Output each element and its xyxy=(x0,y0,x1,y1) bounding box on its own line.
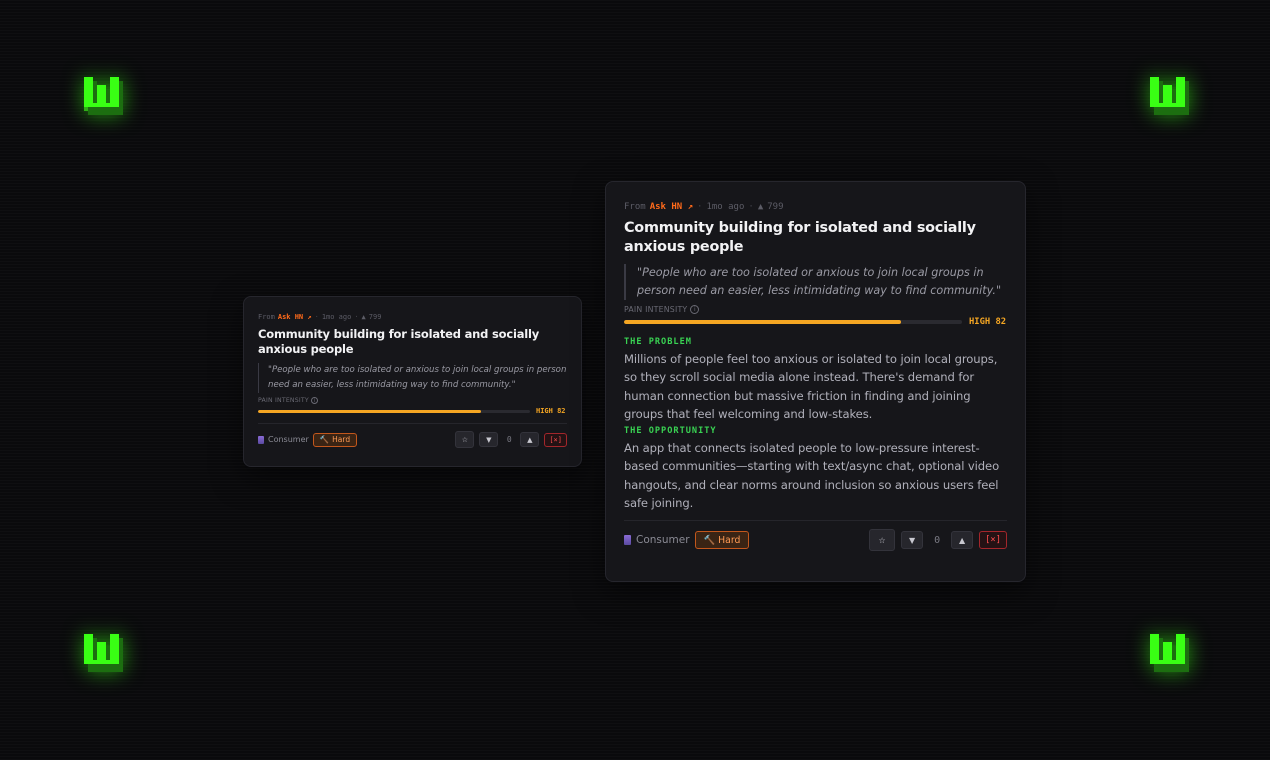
source-prefix: From xyxy=(258,313,275,321)
separator: · xyxy=(697,202,703,212)
logo-w-top-right xyxy=(1148,75,1192,115)
downvote-button[interactable]: ▼ xyxy=(901,531,924,550)
separator: · xyxy=(354,313,359,321)
w-logo-icon xyxy=(84,634,123,672)
pain-intensity-label: PAIN INTENSITY i xyxy=(624,305,1007,314)
hammer-icon: 🔨 xyxy=(703,534,716,546)
card-actions: ☆ ▼ 0 ▲ [×] xyxy=(455,431,567,448)
source-link[interactable]: Ask HN ↗ xyxy=(650,202,693,212)
pain-intensity-text: PAIN INTENSITY xyxy=(624,305,688,314)
separator: · xyxy=(748,202,754,212)
info-icon[interactable]: i xyxy=(310,397,318,404)
difficulty-badge: 🔨 Hard xyxy=(312,432,358,447)
w-logo-icon xyxy=(84,77,123,115)
card-meta: From Ask HN ↗ · 1mo ago · ▲ 799 xyxy=(624,200,1007,214)
difficulty-badge: 🔨 Hard xyxy=(694,531,750,550)
card-footer: Consumer 🔨 Hard ☆ ▼ 0 ▲ [×] xyxy=(624,529,1007,552)
pain-intensity-fill xyxy=(624,320,902,324)
pain-intensity-value: HIGH 82 xyxy=(969,317,1007,327)
pain-intensity-bar xyxy=(258,409,530,413)
star-button[interactable]: ☆ xyxy=(455,431,475,448)
category-label: Consumer xyxy=(636,534,690,547)
problem-heading: THE PROBLEM xyxy=(624,337,692,347)
upvote-button[interactable]: ▲ xyxy=(520,432,540,447)
category-tag: Consumer 🔨 Hard xyxy=(624,531,750,550)
divider xyxy=(258,423,567,424)
card-footer: Consumer 🔨 Hard ☆ ▼ 0 ▲ [×] xyxy=(258,431,567,448)
source-name[interactable]: Ask HN xyxy=(278,313,303,321)
logo-w-top-left xyxy=(82,75,126,115)
pain-intensity-text: PAIN INTENSITY xyxy=(258,397,309,404)
idea-card-expanded[interactable]: From Ask HN ↗ · 1mo ago · ▲ 799 Communit… xyxy=(605,181,1026,582)
external-link-icon: ↗ xyxy=(687,202,694,212)
source-link[interactable]: Ask HN ↗ xyxy=(278,313,312,321)
upvote-count: 799 xyxy=(767,202,784,212)
source-name[interactable]: Ask HN xyxy=(650,202,683,212)
phone-icon xyxy=(624,535,631,546)
vote-count: 0 xyxy=(506,435,512,444)
pain-intensity-bar xyxy=(624,320,962,324)
upvote-count: 799 xyxy=(368,313,382,321)
post-age: 1mo ago xyxy=(706,202,745,212)
idea-card-compact[interactable]: From Ask HN ↗ · 1mo ago · ▲ 799 Communit… xyxy=(243,296,582,467)
difficulty-label: Hard xyxy=(718,534,741,546)
idea-quote: "People who are too isolated or anxious … xyxy=(624,264,1007,300)
card-actions: ☆ ▼ 0 ▲ [×] xyxy=(869,529,1007,552)
post-age: 1mo ago xyxy=(321,313,352,321)
delete-button[interactable]: [×] xyxy=(979,531,1007,550)
upvote-count-icon: ▲ xyxy=(757,202,764,212)
pain-intensity-row: HIGH 82 xyxy=(624,317,1007,327)
opportunity-text: An app that connects isolated people to … xyxy=(624,441,1000,511)
w-logo-icon xyxy=(1150,77,1189,115)
idea-title[interactable]: Community building for isolated and soci… xyxy=(624,219,1007,257)
pain-intensity-label: PAIN INTENSITY i xyxy=(258,397,567,404)
separator: · xyxy=(314,313,319,321)
logo-w-bottom-right xyxy=(1148,632,1192,672)
upvote-button[interactable]: ▲ xyxy=(951,531,974,550)
pain-intensity-fill xyxy=(258,409,482,413)
card-meta: From Ask HN ↗ · 1mo ago · ▲ 799 xyxy=(258,311,567,323)
logo-w-bottom-left xyxy=(82,632,126,672)
info-icon[interactable]: i xyxy=(690,305,700,314)
difficulty-label: Hard xyxy=(332,435,351,444)
phone-icon xyxy=(258,435,264,444)
external-link-icon: ↗ xyxy=(307,313,312,321)
upvote-count-icon: ▲ xyxy=(361,313,366,321)
category-label: Consumer xyxy=(268,435,309,444)
delete-button[interactable]: [×] xyxy=(544,432,567,447)
downvote-button[interactable]: ▼ xyxy=(479,432,499,447)
hammer-icon: 🔨 xyxy=(319,435,330,444)
divider xyxy=(624,520,1007,522)
idea-title[interactable]: Community building for isolated and soci… xyxy=(258,327,567,357)
vote-count: 0 xyxy=(934,534,941,546)
idea-quote: "People who are too isolated or anxious … xyxy=(258,363,567,393)
opportunity-heading: THE OPPORTUNITY xyxy=(624,426,717,437)
star-button[interactable]: ☆ xyxy=(869,529,896,552)
pain-intensity-row: HIGH 82 xyxy=(258,407,567,415)
problem-text: Millions of people feel too anxious or i… xyxy=(624,352,998,421)
source-prefix: From xyxy=(624,202,646,212)
category-tag: Consumer 🔨 Hard xyxy=(258,432,358,447)
pain-intensity-value: HIGH 82 xyxy=(536,407,566,415)
w-logo-icon xyxy=(1150,634,1189,672)
